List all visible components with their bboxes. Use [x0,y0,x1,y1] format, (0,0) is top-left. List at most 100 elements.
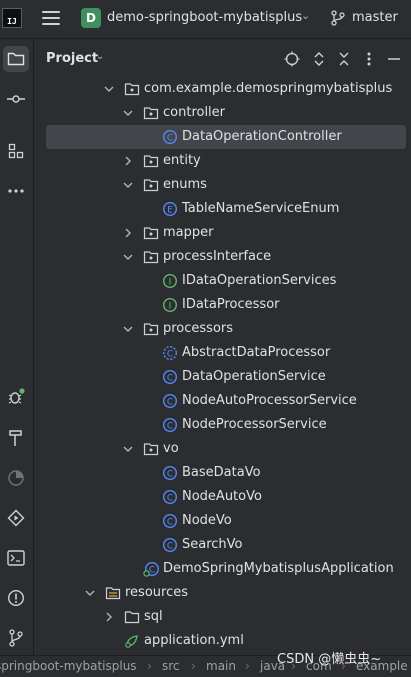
breadcrumb-item[interactable]: main [206,659,236,673]
tree-node-base-data-vo[interactable]: C BaseDataVo [34,461,411,485]
tree-node-label: DemoSpringMybatisplusApplication [163,561,394,576]
tree-node-node-auto-vo[interactable]: C NodeAutoVo [34,485,411,509]
tree-node-label: vo [163,441,179,456]
class-icon: C [162,369,178,385]
package-icon [143,249,159,265]
tree-node-label: BaseDataVo [182,465,261,480]
locate-icon[interactable] [284,51,300,67]
svg-text:C: C [149,566,155,576]
breadcrumb-item[interactable]: src [162,659,180,673]
enum-icon: E [162,201,178,217]
chevron-down-icon[interactable]: ⌄ [301,9,310,22]
interface-icon: I [162,273,178,289]
tree-node-idata-operation-services[interactable]: I IDataOperationServices [34,269,411,293]
tree-node-resources[interactable]: resources [34,581,411,605]
chevron-down-icon[interactable] [122,251,134,263]
watermark: CSDN @懒虫虫~ [277,652,382,667]
chevron-down-icon[interactable] [122,107,134,119]
tree-node-label: DataOperationController [182,129,342,144]
tree-node-idata-processor[interactable]: I IDataProcessor [34,293,411,317]
class-icon: C [162,489,178,505]
tree-node-label: controller [163,105,226,120]
more-icon[interactable] [3,178,29,204]
chevron-down-icon[interactable] [122,443,134,455]
svg-text:C: C [167,398,173,408]
hide-icon[interactable] [386,51,402,67]
chevron-down-icon[interactable] [122,323,134,335]
tree-node-label: enums [163,177,207,192]
tree-node-label: SearchVo [182,537,243,552]
tree-node-label: TableNameServiceEnum [182,201,340,216]
svg-text:C: C [167,350,173,360]
class-icon: C [162,465,178,481]
tree-node-vo[interactable]: vo [34,437,411,461]
problems-icon[interactable] [3,585,29,611]
services-icon[interactable] [3,505,29,531]
tree-node-data-operation-service[interactable]: C DataOperationService [34,365,411,389]
tree-node-enums[interactable]: enums [34,173,411,197]
chevron-right-icon[interactable] [122,227,134,239]
package-icon [124,81,140,97]
profiler-icon[interactable] [3,465,29,491]
chevron-right-icon[interactable] [103,611,115,623]
svg-text:C: C [167,422,173,432]
project-badge[interactable]: D [81,8,101,28]
package-icon [143,225,159,241]
structure-icon[interactable] [3,138,29,164]
package-icon [143,153,159,169]
git-icon[interactable] [3,625,29,651]
tree-node-controller[interactable]: controller [34,101,411,125]
build-hammer-icon[interactable] [3,425,29,451]
chevron-down-icon[interactable]: ⌄ [96,51,104,62]
svg-text:I: I [169,278,172,288]
tree-node-entity[interactable]: entity [34,149,411,173]
chevron-down-icon[interactable] [103,83,115,95]
tree-node-data-operation-controller[interactable]: C DataOperationController [34,125,411,149]
git-branch-icon[interactable] [331,10,345,26]
terminal-icon[interactable] [3,545,29,571]
branch-name[interactable]: master [352,10,398,25]
commit-icon[interactable] [3,86,29,112]
chevron-right-icon[interactable] [122,155,134,167]
tree-node-abstract-data-processor[interactable]: C AbstractDataProcessor [34,341,411,365]
class-icon: C [162,417,178,433]
project-folder-icon[interactable] [3,46,29,72]
svg-text:C: C [167,470,173,480]
project-name[interactable]: demo-springboot-mybatisplus [107,10,302,25]
expand-all-icon[interactable] [311,51,327,67]
tree-node-label: NodeVo [182,513,232,528]
main-menu-icon[interactable] [42,11,60,25]
tree-node-label: AbstractDataProcessor [182,345,331,360]
breadcrumb-item[interactable]: springboot-mybatisplus [0,659,137,673]
tree-node-node-processor-service[interactable]: C NodeProcessorService [34,413,411,437]
tree-node-node-auto-processor-service[interactable]: C NodeAutoProcessorService [34,389,411,413]
tree-node-com-example-demospringmybatisplus[interactable]: com.example.demospringmybatisplus [34,77,411,101]
folder-icon [124,609,140,625]
tree-node-label: NodeProcessorService [182,417,327,432]
tree-node-demo-spring-mybatisplus-application[interactable]: C DemoSpringMybatisplusApplication [34,557,411,581]
tree-node-processors[interactable]: processors [34,317,411,341]
package-icon [143,105,159,121]
title-bar: IJ D demo-springboot-mybatisplus ⌄ maste… [0,0,411,39]
chevron-down-icon[interactable] [84,587,96,599]
collapse-all-icon[interactable] [336,51,352,67]
spring-boot-class-icon: C [143,561,160,577]
tree-node-search-vo[interactable]: C SearchVo [34,533,411,557]
tree-node-node-vo[interactable]: C NodeVo [34,509,411,533]
tree-node-process-interface[interactable]: processInterface [34,245,411,269]
class-icon: C [162,537,178,553]
tree-node-sql[interactable]: sql [34,605,411,629]
chevron-down-icon[interactable] [122,179,134,191]
tree-node-label: processInterface [163,249,272,264]
interface-icon: I [162,297,178,313]
intellij-logo: IJ [2,8,22,28]
tree-node-table-name-service-enum[interactable]: E TableNameServiceEnum [34,197,411,221]
tree-node-mapper[interactable]: mapper [34,221,411,245]
class-icon: C [162,513,178,529]
tree-node-label: IDataOperationServices [182,273,337,288]
debug-icon[interactable] [3,384,29,410]
svg-text:E: E [167,206,173,216]
options-icon[interactable] [361,51,377,67]
panel-title[interactable]: Project [46,51,98,66]
package-icon [143,321,159,337]
